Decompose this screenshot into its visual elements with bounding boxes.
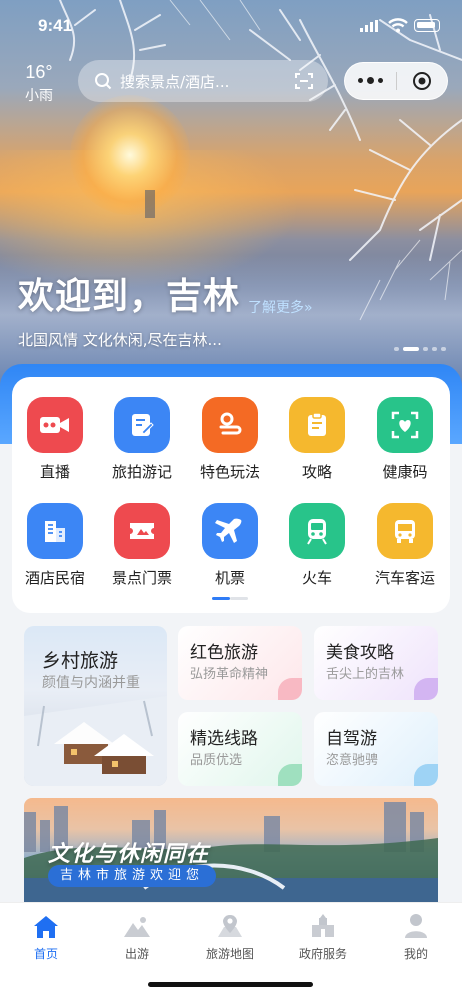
grid-label: 酒店民宿 (24, 569, 85, 587)
tab-home[interactable]: 首页 (6, 911, 86, 962)
feature-title: 美食攻略 (326, 643, 394, 663)
tab-label: 旅游地图 (205, 947, 254, 961)
tab-government-services[interactable]: 政府服务 (283, 911, 363, 962)
learn-more-link[interactable]: 了解更多» (248, 297, 313, 317)
feature-title: 乡村旅游 (42, 650, 119, 672)
bus-icon (377, 503, 433, 559)
grid-label: 机票 (214, 569, 245, 587)
grid-item-tickets[interactable]: 景点门票 (99, 503, 185, 588)
battery-icon (414, 19, 440, 32)
search-icon (95, 73, 112, 90)
corner-decoration (278, 764, 302, 786)
grid-item-health-code[interactable]: 健康码 (362, 397, 448, 482)
feature-subtitle: 颜值与内涵并重 (42, 675, 140, 691)
corner-decoration (414, 764, 438, 786)
weather-condition: 小雨 (25, 88, 53, 104)
hotel-building-icon (27, 503, 83, 559)
grid-item-flights[interactable]: 机票 (187, 503, 273, 588)
grid-item-guide[interactable]: 攻略 (274, 397, 360, 482)
feature-title: 自驾游 (326, 729, 377, 749)
search-placeholder: 搜索景点/酒店... (120, 72, 230, 91)
welcome-heading: 欢迎到，吉林 了解更多» (18, 275, 313, 319)
grid-label: 攻略 (301, 463, 332, 481)
target-icon (412, 72, 431, 90)
tab-profile[interactable]: 我的 (376, 911, 456, 962)
corner-decoration (414, 678, 438, 700)
grid-label: 景点门票 (111, 569, 172, 587)
corner-decoration (278, 678, 302, 700)
health-scan-icon (377, 397, 433, 453)
grid-item-bus[interactable]: 汽车客运 (362, 503, 448, 588)
feature-food-guide[interactable]: 美食攻略 舌尖上的吉林 (314, 626, 438, 700)
guide-doc-icon (289, 397, 345, 453)
government-building-icon (312, 914, 334, 937)
hero-subtitle: 北国风情 文化休闲,尽在吉林... (18, 331, 222, 349)
grid-item-hotel[interactable]: 酒店民宿 (12, 503, 98, 588)
tab-travel-map[interactable]: 旅游地图 (190, 911, 270, 962)
feature-subtitle: 弘扬革命精神 (190, 667, 269, 682)
carousel-indicator (394, 347, 446, 351)
grid-item-live[interactable]: 直播 (12, 397, 98, 482)
grid-page-indicator (212, 597, 248, 600)
tab-label: 我的 (403, 947, 428, 961)
grid-item-special-play[interactable]: 特色玩法 (187, 397, 273, 482)
culture-banner[interactable]: 文化与休闲同在 吉林市旅游欢迎您 (24, 798, 438, 902)
banner-subtitle: 吉林市旅游欢迎您 (48, 865, 217, 887)
feature-village-tourism[interactable]: 乡村旅游 颜值与内涵并重 (24, 626, 167, 786)
home-icon (34, 916, 58, 938)
tab-label: 政府服务 (298, 947, 347, 961)
tab-label: 首页 (33, 947, 58, 961)
search-bar[interactable]: 搜索景点/酒店... (78, 60, 328, 102)
home-indicator (148, 982, 313, 987)
grid-label: 直播 (39, 463, 70, 481)
map-pin-icon (218, 915, 242, 937)
wifi-icon (388, 18, 408, 33)
grid-item-train[interactable]: 火车 (274, 503, 360, 588)
close-mini-program-button[interactable] (396, 71, 447, 91)
scan-icon[interactable] (294, 71, 314, 91)
feature-selected-routes[interactable]: 精选线路 品质优选 (178, 712, 302, 786)
hero-title: 欢迎到，吉林 (18, 276, 241, 317)
video-camera-icon (27, 397, 83, 453)
more-menu-button[interactable] (345, 77, 396, 84)
grid-label: 健康码 (382, 463, 428, 481)
tab-label: 出游 (124, 947, 149, 961)
grid-label: 特色玩法 (199, 463, 260, 481)
airplane-icon (202, 503, 258, 559)
feature-red-tourism[interactable]: 红色旅游 弘扬革命精神 (178, 626, 302, 700)
status-time: 9:41 (38, 16, 73, 35)
grid-label: 汽车客运 (374, 569, 435, 587)
service-grid-card: 直播 旅拍游记 特色玩法 攻略 健康码 酒店民宿 景点门票 机票 火车 汽车客运 (12, 377, 450, 613)
grid-label: 火车 (301, 569, 332, 587)
banner-title: 文化与休闲同在 (48, 842, 210, 867)
signal-icon (360, 20, 378, 32)
tab-travel[interactable]: 出游 (97, 911, 177, 962)
status-bar: 9:41 (0, 0, 462, 50)
train-icon (289, 503, 345, 559)
grid-label: 旅拍游记 (111, 463, 172, 481)
ticket-icon (114, 503, 170, 559)
weather-temperature: 16° (25, 62, 53, 82)
feature-subtitle: 品质优选 (190, 753, 243, 768)
note-edit-icon (114, 397, 170, 453)
feature-self-drive[interactable]: 自驾游 恣意驰骋 (314, 712, 438, 786)
feature-subtitle: 恣意驰骋 (326, 753, 379, 768)
hero-banner[interactable]: 9:41 16° 小雨 搜索景点/酒店... 欢迎到，吉林 了解更多» 北国风情… (0, 0, 462, 400)
location-route-icon (202, 397, 258, 453)
feature-title: 红色旅游 (190, 643, 258, 663)
weather-widget[interactable]: 16° 小雨 (22, 62, 56, 105)
mountain-icon (124, 917, 150, 937)
feature-subtitle: 舌尖上的吉林 (326, 667, 405, 682)
mini-program-capsule (344, 62, 448, 100)
grid-item-travel-notes[interactable]: 旅拍游记 (99, 397, 185, 482)
feature-title: 精选线路 (190, 729, 258, 749)
user-icon (405, 914, 427, 938)
